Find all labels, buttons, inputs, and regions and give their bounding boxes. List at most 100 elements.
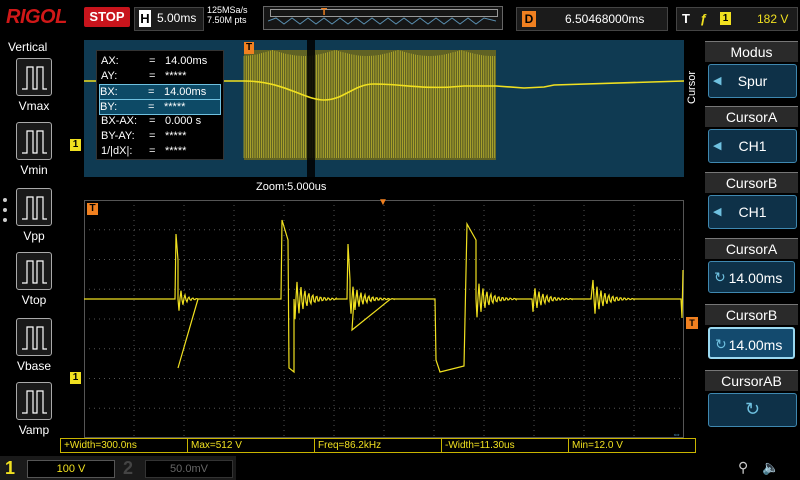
softkey-title: CursorB xyxy=(705,304,798,325)
cursor-key: 1/|dX|: xyxy=(101,145,133,157)
softkey-title: CursorA xyxy=(705,238,798,259)
cursor-readout-row: 1/|dX|: = ***** xyxy=(101,144,223,158)
speaker-muted-icon[interactable]: 🔈 xyxy=(762,459,779,476)
trigger-label: T xyxy=(682,11,690,26)
measure-item-label: Vamp xyxy=(18,423,50,437)
cursor-value: 0.000 s xyxy=(165,115,202,127)
run-stop-indicator[interactable]: STOP xyxy=(84,7,130,27)
grid-ch1-marker: 1 xyxy=(70,372,81,384)
cursor-key: BX-AX: xyxy=(101,115,138,127)
horizontal-label: H xyxy=(139,10,151,27)
memory-view-window xyxy=(270,9,498,17)
zoom-trigger-marker: T xyxy=(244,42,254,54)
measure-category-title: Vertical xyxy=(8,40,48,54)
cursor-value: 14.00ms xyxy=(165,55,208,67)
measurement-max[interactable]: Max=512 V xyxy=(187,438,315,453)
softkey-cursora-1[interactable]: CursorA ◀ CH1 xyxy=(705,106,798,164)
select-arrow-icon: ◀ xyxy=(713,75,722,87)
cursor-readout-row: AY: = ***** xyxy=(101,69,223,83)
cursor-readout-row: BX-AX: = 0.000 s xyxy=(101,114,223,128)
knob-icon: ↻ xyxy=(745,399,761,419)
softkey-value-text: 14.00ms xyxy=(728,270,783,286)
horizontal-timebase[interactable]: H 5.00ms xyxy=(134,7,204,31)
softkey-value[interactable]: ◀ CH1 xyxy=(708,129,797,163)
vbase-icon xyxy=(16,318,52,356)
rigol-logo: RIGOL xyxy=(6,6,67,28)
cursor-value: 14.00ms xyxy=(164,86,207,98)
waveform-grid[interactable] xyxy=(84,200,684,438)
cursor-equals: = xyxy=(149,70,156,82)
softkey-value-text: 14.00ms xyxy=(728,337,783,353)
measure-item-vbase[interactable]: Vbase xyxy=(8,318,60,373)
horizontal-delay[interactable]: D 6.50468000ms xyxy=(516,7,668,31)
menu-title-tab: Cursor xyxy=(686,70,698,104)
softkey-modus-0[interactable]: Modus ◀ Spur xyxy=(705,41,798,99)
rising-edge-icon: ƒ xyxy=(700,11,708,26)
timebase-value: 5.00ms xyxy=(157,11,197,25)
softkey-title: CursorA xyxy=(705,106,798,127)
softkey-value[interactable]: ↻ 14.00ms xyxy=(708,327,795,359)
channel-2-badge[interactable]: 2 50.0mV xyxy=(118,456,236,480)
trigger-position-top-icon: ▼ xyxy=(378,197,388,208)
cursor-equals: = xyxy=(148,101,155,113)
select-arrow-icon: ◀ xyxy=(713,140,722,152)
cursor-readout-panel: AX: = 14.00ms AY: = ***** BX: = 14.00ms BY: = *****… xyxy=(96,50,224,160)
cursor-equals: = xyxy=(149,130,156,142)
softkey-title: Modus xyxy=(705,41,798,62)
knob-icon: ↻ xyxy=(714,269,726,285)
cursor-key: BX: xyxy=(100,86,118,98)
trigger-channel-badge: 1 xyxy=(720,12,731,25)
cursor-readout-row: AX: = 14.00ms xyxy=(101,54,223,68)
cursor-value: ***** xyxy=(164,101,186,113)
measurement-freq[interactable]: Freq=86.2kHz xyxy=(314,438,442,453)
cursor-readout-row: BY-AY: = ***** xyxy=(101,129,223,143)
softkey-value[interactable]: ↻ xyxy=(708,393,797,427)
softkey-title: CursorB xyxy=(705,172,798,193)
cursor-value: ***** xyxy=(165,130,187,142)
trigger-level-arrow-icon: T xyxy=(686,317,698,329)
vmin-icon xyxy=(16,122,52,160)
softkey-value[interactable]: ◀ Spur xyxy=(708,64,797,98)
cursor-readout-row: BY: = ***** xyxy=(99,99,221,115)
measure-item-vtop[interactable]: Vtop xyxy=(8,252,60,307)
measure-item-vmax[interactable]: Vmax xyxy=(8,58,60,113)
cursor-key: BY-AY: xyxy=(101,130,135,142)
cursor-value: ***** xyxy=(165,70,187,82)
cursor-key: AX: xyxy=(101,55,119,67)
channel-1-badge[interactable]: 1 100 V xyxy=(0,456,118,480)
channel-1-number: 1 xyxy=(5,458,16,478)
cursor-value: ***** xyxy=(165,145,187,157)
softkey-cursorb-4[interactable]: CursorB ↻ 14.00ms xyxy=(705,304,798,362)
measure-item-label: Vbase xyxy=(16,359,52,373)
softkey-cursora-3[interactable]: CursorA ↻ 14.00ms xyxy=(705,238,798,296)
zoom-viewport-marker xyxy=(307,40,315,177)
measurement-neg-width[interactable]: -Width=11.30us xyxy=(441,438,569,453)
measurement-results-bar: +Width=300.0ns Max=512 V Freq=86.2kHz -W… xyxy=(60,438,700,453)
softkey-value[interactable]: ↻ 14.00ms xyxy=(708,261,795,293)
memory-overview-bar[interactable]: T xyxy=(263,6,503,30)
softkey-cursorb-2[interactable]: CursorB ◀ CH1 xyxy=(705,172,798,230)
vtop-icon xyxy=(16,252,52,290)
cursor-readout-row: BX: = 14.00ms xyxy=(99,84,221,100)
vamp-icon xyxy=(16,382,52,420)
softkey-value-text: CH1 xyxy=(738,204,767,220)
usb-icon: ⚲ xyxy=(738,459,749,475)
vmax-icon xyxy=(16,58,52,96)
zoom-ch1-marker: 1 xyxy=(70,139,81,151)
channel-2-number: 2 xyxy=(123,458,134,478)
measure-item-vamp[interactable]: Vamp xyxy=(8,382,60,437)
cursor-key: AY: xyxy=(101,70,118,82)
measure-item-label: Vmin xyxy=(20,163,48,177)
measurement-min[interactable]: Min=12.0 V xyxy=(568,438,696,453)
measurement-pos-width[interactable]: +Width=300.0ns xyxy=(60,438,188,453)
measure-item-vpp[interactable]: Vpp xyxy=(8,188,60,243)
softkey-cursorab-5[interactable]: CursorAB ↻ xyxy=(705,370,798,428)
waveform-canvas xyxy=(84,200,684,438)
cursor-key: BY: xyxy=(100,101,118,113)
grid-trigger-marker: T xyxy=(87,203,98,215)
softkey-value[interactable]: ◀ CH1 xyxy=(708,195,797,229)
zoom-timebase-label: Zoom:5.000us xyxy=(256,181,327,193)
measure-item-vmin[interactable]: Vmin xyxy=(8,122,60,177)
sample-rate: 125MSa/s xyxy=(207,5,248,15)
trigger-info[interactable]: T ƒ 1 182 V xyxy=(676,7,798,31)
